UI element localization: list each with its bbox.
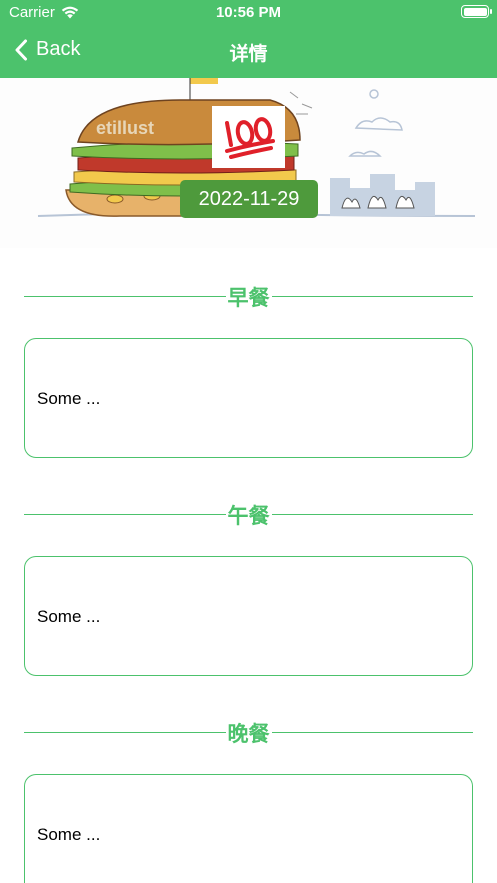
section-header-lunch: 午餐 bbox=[24, 500, 473, 530]
section-title: 早餐 bbox=[225, 282, 272, 312]
clock: 10:56 PM bbox=[215, 4, 282, 21]
date-badge: 2022-11-29 bbox=[180, 180, 318, 218]
nav-bar: Back 详情 bbox=[0, 26, 497, 78]
meal-content: Some ... bbox=[37, 607, 101, 626]
section-header-breakfast: 早餐 bbox=[24, 282, 473, 312]
section-header-dinner: 晚餐 bbox=[24, 718, 473, 748]
section-title: 午餐 bbox=[225, 500, 272, 530]
meal-content: Some ... bbox=[37, 389, 101, 408]
lunch-entry-box[interactable]: Some ... bbox=[24, 556, 473, 676]
hundred-points-icon bbox=[224, 117, 275, 159]
svg-text:etillust: etillust bbox=[96, 118, 154, 138]
status-bar: Carrier 10:56 PM bbox=[0, 0, 497, 26]
breakfast-entry-box[interactable]: Some ... bbox=[24, 338, 473, 458]
battery-icon bbox=[461, 5, 492, 18]
dinner-entry-box[interactable]: Some ... bbox=[24, 774, 473, 883]
meal-content: Some ... bbox=[37, 825, 101, 844]
score-emoji-card bbox=[212, 106, 285, 168]
section-title: 晚餐 bbox=[225, 718, 272, 748]
page-title: 详情 bbox=[229, 44, 268, 65]
